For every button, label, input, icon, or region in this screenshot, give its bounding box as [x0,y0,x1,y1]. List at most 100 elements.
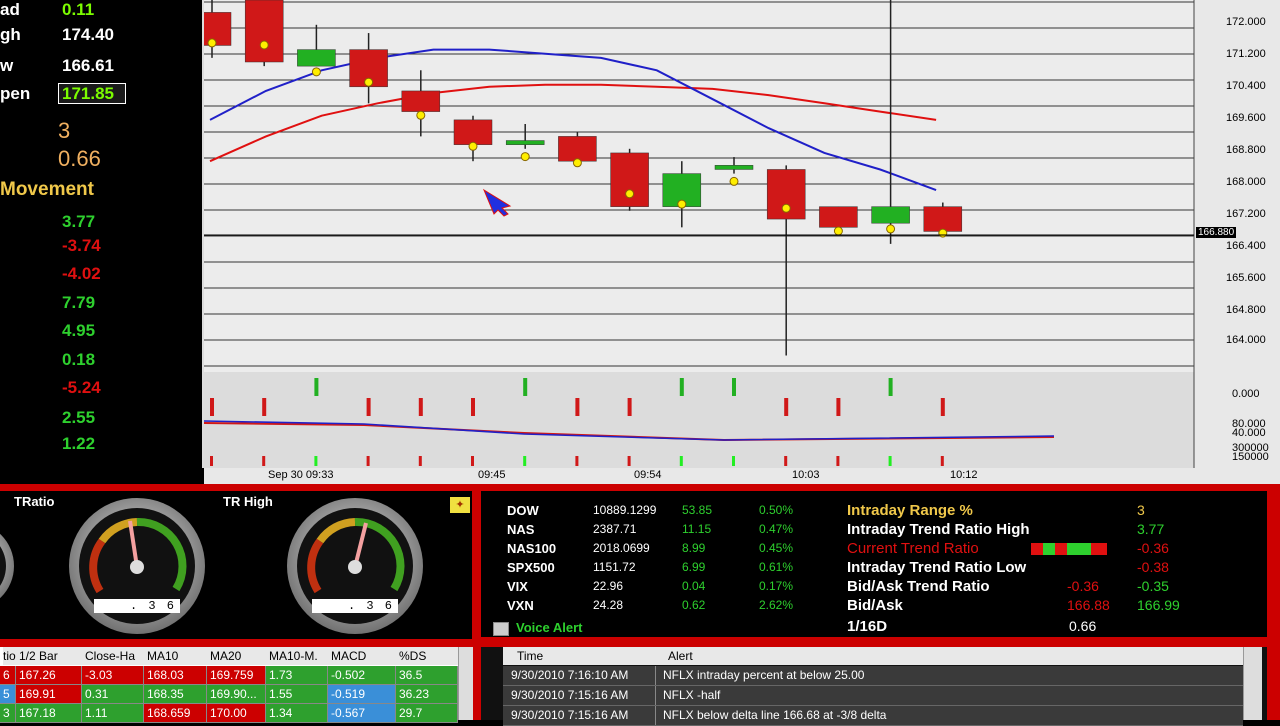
volume-tick [836,456,840,466]
candle-body [610,152,649,207]
candle-marker [416,110,426,120]
volume-tick [888,456,892,466]
open-value-field[interactable]: 171.85 [58,83,126,104]
indicators-header[interactable]: %DS [399,647,461,665]
movement-value: -4.02 [62,264,101,283]
volume-tick [366,456,370,466]
volume-bar [418,398,423,416]
indicator-tick-label: 150000 [1232,451,1269,463]
indicators-cell: 1.11 [82,704,144,723]
indicators-table: tio 1/2 Bar Close-Ha MA10 MA20 MA10-M. MACD %DS… [0,647,473,723]
price-tick-label: 167.200 [1226,208,1266,220]
current-price-tag: 166.880 [1196,227,1237,238]
candle-body [297,49,336,67]
indicators-header[interactable]: tio [3,647,19,665]
chart-canvas[interactable] [204,0,1280,484]
indicators-cell: 29.7 [396,704,458,723]
market-symbol: NAS100 [507,541,557,556]
indicators-cell: 1.34 [266,704,328,723]
volume-tick [262,456,266,466]
alert-row[interactable]: 9/30/2010 7:16:10 AM NFLX intraday percen… [503,666,1243,686]
market-row: NAS 2387.71 11.15 0.47% [481,522,821,541]
movement-value: 7.79 [62,293,96,312]
alert-text: NFLX -half [663,688,721,702]
voice-alert-label: Voice Alert [516,620,583,635]
volume-tick [627,456,631,466]
movement-value: -3.74 [62,236,101,255]
candle-marker [833,226,843,236]
indicators-header[interactable]: Close-Ha [85,647,147,665]
indicators-cell: -0.502 [328,666,396,685]
alert-row[interactable]: 9/30/2010 7:15:16 AM NFLX -half [503,686,1243,706]
movement-value: 1.22 [62,434,96,453]
market-change: 11.15 [682,522,712,536]
sixteenth-value: 0.66 [1069,618,1097,634]
alert-time: 9/30/2010 7:15:16 AM [511,708,629,722]
market-value: 10889.1299 [593,503,657,517]
gauge-readout-tratio: . 3 6 [94,599,180,613]
volume-bar [262,398,267,416]
candle-body [819,206,858,228]
market-percent: 2.62% [759,598,794,612]
stat-label: w [0,56,14,75]
indicators-cell: 170.00 [207,704,266,723]
market-percent: 0.45% [759,541,794,555]
price-tick-label: 168.000 [1226,176,1266,188]
alerts-scrollbar[interactable] [1243,647,1262,720]
volume-bar [314,378,319,396]
market-row: DOW 10889.1299 53.85 0.50% [481,503,821,522]
volume-bar [575,398,580,416]
indicators-cell: 1.73 [266,666,328,685]
gauges-svg [0,498,423,634]
current-trend-label: Current Trend Ratio [847,540,979,557]
volume-tick [314,456,318,466]
volume-bar [836,398,841,416]
time-tick-label: 09:54 [634,469,662,481]
alerts-header-time[interactable]: Time [517,647,543,665]
indicators-cell: 6 [0,666,16,685]
alert-time: 9/30/2010 7:16:10 AM [511,668,629,682]
candle-body [453,119,493,145]
trend-blocks [1031,543,1107,555]
voice-alert-checkbox[interactable] [493,622,509,636]
volume-bar [210,398,214,416]
stats-panel: ad 0.11 gh 174.40 w 166.61 pen 171.85 3 … [0,0,204,468]
bidask-ratio-v2: -0.35 [1137,578,1169,594]
intraday-range-label: Intraday Range % [847,502,973,519]
candle-marker [886,224,896,234]
indicator-plot-bg [204,372,1194,468]
gauge-menu-button[interactable]: ✦ [450,497,470,513]
alert-text: NFLX intraday percent at below 25.00 [663,668,865,682]
stat-value: 0.11 [62,0,95,19]
alert-row[interactable]: 9/30/2010 7:15:16 AM NFLX below delta lin… [503,706,1243,726]
bid-value: 166.88 [1067,597,1110,613]
volume-bar [471,398,475,416]
alerts-header-alert[interactable]: Alert [668,647,693,665]
movement-title: Movement [0,179,94,200]
candle-body [558,136,597,162]
volume-bar [523,378,528,396]
trend-low-value: -0.38 [1137,559,1169,575]
candle-marker [572,158,582,168]
volume-tick [784,456,788,466]
indicators-header[interactable]: MA10 [147,647,210,665]
indicators-cell: 36.5 [396,666,458,685]
market-percent: 0.50% [759,503,794,517]
indicators-header[interactable]: MACD [331,647,399,665]
indicators-cell: 169.90... [207,685,266,704]
candle-marker [468,141,478,151]
indicators-header[interactable]: 1/2 Bar [19,647,85,665]
candle-body [714,165,754,170]
market-value: 2387.71 [593,522,637,536]
indicators-scrollbar[interactable] [458,647,473,720]
indicators-header[interactable]: MA10-M. [269,647,331,665]
indicators-cell: 1.55 [266,685,328,704]
candle-marker [259,40,269,50]
indicators-header[interactable]: MA20 [210,647,269,665]
indicators-cell: 167.18 [16,704,82,723]
indicators-cell: 167.26 [16,666,82,685]
bidask-ratio-label: Bid/Ask Trend Ratio [847,578,990,595]
price-chart[interactable]: 172.000 171.200 170.400 169.600 168.800 168.0… [204,0,1280,484]
candle-marker [207,38,217,48]
price-tick-label: 169.600 [1226,112,1266,124]
